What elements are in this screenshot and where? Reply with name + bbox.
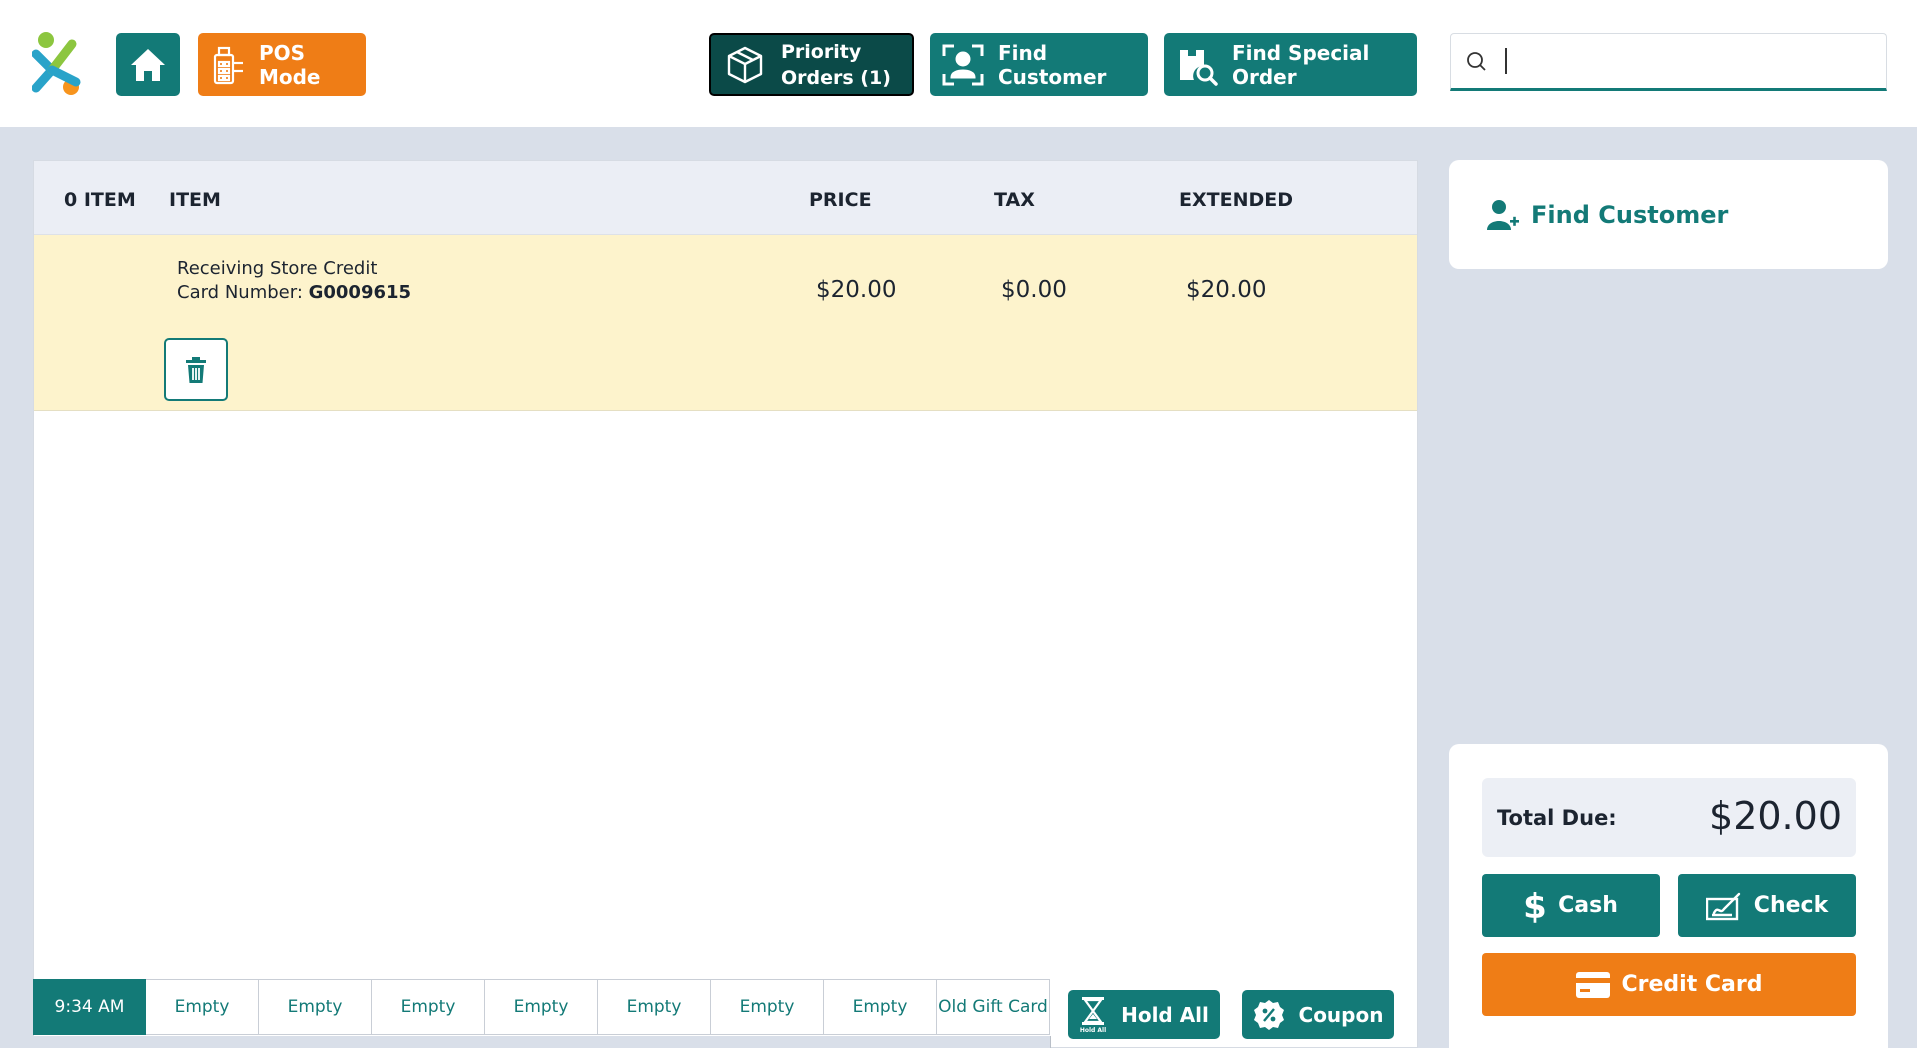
home-button[interactable] (116, 33, 180, 96)
cash-label: Cash (1558, 893, 1618, 918)
order-panel: 0 ITEM ITEM PRICE TAX EXTENDED Receiving… (33, 160, 1418, 1048)
hourglass-icon: Hold All (1079, 996, 1107, 1034)
find-customer-button[interactable]: Find Customer (930, 33, 1148, 96)
app-logo (31, 30, 96, 96)
pos-mode-button[interactable]: POS Mode (198, 33, 366, 96)
check-label: Check (1753, 893, 1829, 918)
pos-terminal-icon (208, 45, 251, 85)
item-tax: $0.00 (1001, 277, 1067, 303)
find-special-order-button[interactable]: Find Special Order (1164, 33, 1417, 96)
card-number-value: G0009615 (308, 282, 412, 303)
delete-item-button[interactable] (164, 338, 228, 401)
item-price: $20.00 (816, 277, 897, 303)
priority-orders-button[interactable]: Priority Orders (1) (709, 33, 914, 96)
pos-mode-label: POS Mode (258, 40, 321, 89)
table-header: 0 ITEM ITEM PRICE TAX EXTENDED (34, 161, 1417, 235)
text-cursor (1505, 48, 1507, 74)
cash-button[interactable]: $ Cash (1482, 874, 1660, 937)
order-search-icon (1176, 44, 1218, 86)
tab-held-order-2[interactable]: Empty (258, 979, 373, 1048)
tab-held-order-1[interactable]: Empty (145, 979, 260, 1048)
search-input[interactable] (1450, 33, 1887, 91)
find-customer-label: Find Customer (998, 40, 1107, 89)
search-icon (1465, 50, 1487, 72)
column-header-extended: EXTENDED (1179, 189, 1293, 211)
check-signature-icon (1705, 891, 1742, 921)
find-customer-card-label: Find Customer (1531, 200, 1729, 229)
home-icon (129, 47, 167, 83)
priority-orders-label: Priority Orders (1) (781, 39, 891, 91)
find-special-order-label: Find Special Order (1232, 40, 1370, 89)
coupon-icon (1253, 999, 1285, 1031)
item-name: Receiving Store Credit (177, 258, 378, 279)
credit-card-button[interactable]: Credit Card (1482, 953, 1856, 1016)
payment-panel: Total Due: $20.00 $ Cash Check Credit Ca… (1449, 744, 1888, 1048)
coupon-button[interactable]: Coupon (1242, 990, 1394, 1039)
held-orders-tabs: 9:34 AM Empty Empty Empty Empty Empty Em… (33, 979, 1051, 1048)
tab-current-order[interactable]: 9:34 AM (33, 979, 148, 1048)
total-due-amount: $20.00 (1709, 794, 1842, 838)
column-header-price: PRICE (809, 189, 872, 211)
table-row[interactable]: Receiving Store Credit Card Number: G000… (34, 235, 1417, 411)
add-user-icon (1487, 199, 1519, 231)
tab-old-gift-card[interactable]: Old Gift Card (936, 979, 1051, 1048)
column-header-item: ITEM (169, 189, 221, 211)
tab-held-order-5[interactable]: Empty (597, 979, 712, 1048)
card-number-line: Card Number: G0009615 (177, 281, 411, 305)
total-due-label: Total Due: (1497, 806, 1617, 830)
customer-scan-icon (942, 44, 984, 86)
box-icon (723, 45, 767, 85)
priority-orders-label-line2: Orders (1) (781, 66, 891, 89)
column-header-tax: TAX (994, 189, 1035, 211)
hold-all-label: Hold All (1121, 1002, 1209, 1027)
hold-all-button[interactable]: Hold All Hold All (1068, 990, 1220, 1039)
find-customer-card[interactable]: Find Customer (1449, 160, 1888, 269)
priority-orders-label-line1: Priority (781, 40, 862, 63)
check-button[interactable]: Check (1678, 874, 1856, 937)
item-description: Receiving Store Credit Card Number: G000… (177, 257, 411, 305)
column-header-count: 0 ITEM (64, 189, 136, 211)
dollar-icon: $ (1524, 888, 1546, 924)
tab-held-order-7[interactable]: Empty (823, 979, 938, 1048)
tab-held-order-6[interactable]: Empty (710, 979, 825, 1048)
tab-held-order-4[interactable]: Empty (484, 979, 599, 1048)
card-number-label: Card Number: (177, 282, 309, 303)
total-due-box: Total Due: $20.00 (1482, 778, 1856, 857)
credit-card-label: Credit Card (1621, 972, 1763, 997)
tab-held-order-3[interactable]: Empty (371, 979, 486, 1048)
coupon-label: Coupon (1298, 1002, 1384, 1027)
trash-icon (185, 356, 207, 384)
hold-all-icon-caption: Hold All (1080, 1027, 1106, 1034)
item-extended: $20.00 (1186, 277, 1267, 303)
svg-text:$: $ (1524, 888, 1546, 924)
credit-card-icon (1575, 971, 1610, 998)
top-bar: POS Mode Priority Orders (1) Find Custom… (0, 0, 1917, 127)
